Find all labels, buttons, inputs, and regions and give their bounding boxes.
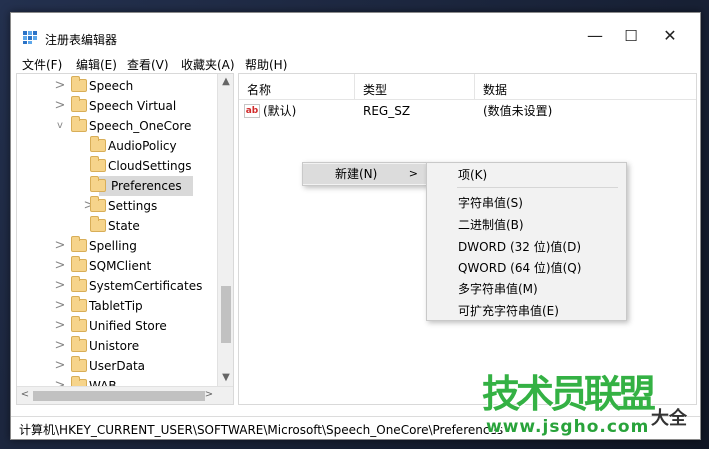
tree-label: Unified Store [89, 319, 167, 333]
menu-favorites[interactable]: 收藏夹(A) [181, 56, 235, 73]
menu-item-dword-value[interactable]: DWORD (32 位)值(D) [427, 237, 626, 257]
column-type[interactable]: 类型 [363, 81, 387, 98]
menu-item-binary-value[interactable]: 二进制值(B) [427, 215, 626, 235]
menu-item-label: 二进制值(B) [458, 218, 524, 232]
value-data: (数值未设置) [483, 104, 553, 118]
desktop-background: 注册表编辑器 — ☐ ✕ 文件(F) 编辑(E) 查看(V) 收藏夹(A) 帮助… [0, 0, 709, 449]
scroll-thumb[interactable] [221, 286, 231, 343]
folder-icon [71, 356, 87, 372]
tree-label: AudioPolicy [108, 139, 177, 153]
menu-item-expandable-string-value[interactable]: 可扩充字符串值(E) [427, 301, 626, 321]
values-header: 名称 类型 数据 [239, 74, 696, 100]
registry-editor-icon [23, 31, 37, 44]
menu-item-qword-value[interactable]: QWORD (64 位)值(Q) [427, 258, 626, 278]
column-divider[interactable] [354, 74, 355, 100]
menu-item-key[interactable]: 项(K) [427, 165, 626, 185]
tree-label: Speech [89, 79, 134, 93]
maximize-button[interactable]: ☐ [614, 23, 648, 49]
column-data[interactable]: 数据 [483, 81, 507, 98]
title-bar: 注册表编辑器 — ☐ ✕ [11, 13, 700, 51]
menu-item-multistring-value[interactable]: 多字符串值(M) [427, 279, 626, 299]
tree-item-preferences[interactable]: Preferences [90, 176, 193, 196]
expand-chevron-icon[interactable]: > [53, 336, 67, 356]
tree-vertical-scrollbar[interactable]: ▲ ▼ [217, 74, 233, 387]
tree-horizontal-scrollbar[interactable]: < > [17, 386, 233, 404]
folder-icon [90, 176, 106, 192]
menu-bar: 文件(F) 编辑(E) 查看(V) 收藏夹(A) 帮助(H) [11, 53, 700, 73]
horizontal-scroll-thumb[interactable] [33, 391, 205, 401]
menu-help[interactable]: 帮助(H) [245, 56, 287, 73]
folder-icon [71, 336, 87, 352]
registry-path: 计算机\HKEY_CURRENT_USER\SOFTWARE\Microsoft… [19, 423, 504, 437]
menu-edit[interactable]: 编辑(E) [76, 56, 117, 73]
status-bar: 计算机\HKEY_CURRENT_USER\SOFTWARE\Microsoft… [11, 416, 700, 439]
tree-label: TabletTip [89, 299, 143, 313]
menu-item-label: 可扩充字符串值(E) [458, 304, 559, 318]
scroll-down-icon[interactable]: ▼ [218, 370, 233, 386]
menu-item-string-value[interactable]: 字符串值(S) [427, 193, 626, 213]
tree-label: UserData [89, 359, 146, 373]
expand-chevron-icon[interactable]: > [53, 276, 67, 296]
folder-icon [71, 256, 87, 272]
expand-chevron-icon[interactable]: > [53, 236, 67, 256]
folder-icon [71, 316, 87, 332]
value-row-default[interactable]: ab (默认) REG_SZ (数值未设置) [239, 101, 696, 121]
folder-icon [71, 76, 87, 92]
tree-label: CloudSettings [108, 159, 192, 173]
registry-tree[interactable]: > Speech > Speech Virtual v Speech_OneCo… [16, 73, 234, 405]
scroll-up-icon[interactable]: ▲ [218, 74, 233, 90]
menu-item-label: 项(K) [458, 168, 488, 182]
folder-icon [90, 216, 106, 232]
menu-separator [457, 187, 618, 188]
context-menu: 新建(N) > [302, 162, 427, 186]
folder-icon [71, 276, 87, 292]
string-value-icon: ab [244, 104, 260, 118]
menu-item-label: 字符串值(S) [458, 196, 523, 210]
expand-chevron-icon[interactable]: > [53, 256, 67, 276]
new-submenu: 项(K) 字符串值(S) 二进制值(B) DWORD (32 位)值(D) QW… [426, 162, 627, 321]
registry-editor-window: 注册表编辑器 — ☐ ✕ 文件(F) 编辑(E) 查看(V) 收藏夹(A) 帮助… [10, 12, 701, 440]
column-name[interactable]: 名称 [247, 81, 271, 98]
tree-label: SQMClient [89, 259, 152, 273]
tree-label: State [108, 219, 140, 233]
folder-icon [90, 156, 106, 172]
tree-label: SystemCertificates [89, 279, 203, 293]
menu-view[interactable]: 查看(V) [127, 56, 169, 73]
expand-chevron-icon[interactable]: > [53, 76, 67, 96]
menu-file[interactable]: 文件(F) [22, 56, 62, 73]
expand-chevron-icon[interactable]: > [53, 96, 67, 116]
folder-icon [90, 136, 106, 152]
tree-label: Unistore [89, 339, 140, 353]
collapse-chevron-icon[interactable]: v [53, 116, 67, 136]
tree-label: Speech Virtual [89, 99, 177, 113]
scroll-left-icon[interactable]: < [17, 387, 33, 403]
folder-icon [71, 296, 87, 312]
window-title: 注册表编辑器 [45, 33, 118, 47]
menu-item-label: QWORD (64 位)值(Q) [458, 261, 582, 275]
folder-icon [71, 236, 87, 252]
menu-item-label: 多字符串值(M) [458, 282, 538, 296]
menu-item-new[interactable]: 新建(N) > [303, 164, 426, 184]
tree-label: Settings [108, 199, 158, 213]
expand-chevron-icon[interactable]: > [53, 356, 67, 376]
tree-label: Preferences [111, 179, 182, 193]
folder-icon [90, 196, 106, 212]
minimize-button[interactable]: — [578, 23, 612, 49]
close-button[interactable]: ✕ [653, 23, 687, 49]
chevron-right-icon: > [408, 167, 418, 180]
menu-item-label: 新建(N) [335, 167, 378, 181]
value-type: REG_SZ [363, 104, 411, 118]
scroll-right-icon[interactable]: > [201, 387, 217, 403]
column-divider[interactable] [474, 74, 475, 100]
expand-chevron-icon[interactable]: > [53, 316, 67, 336]
expand-chevron-icon[interactable]: > [53, 296, 67, 316]
tree-label: Speech_OneCore [89, 119, 192, 133]
menu-item-label: DWORD (32 位)值(D) [458, 240, 581, 254]
value-name: (默认) [263, 104, 297, 118]
folder-icon [71, 96, 87, 112]
tree-label: Spelling [89, 239, 137, 253]
folder-open-icon [71, 116, 87, 132]
